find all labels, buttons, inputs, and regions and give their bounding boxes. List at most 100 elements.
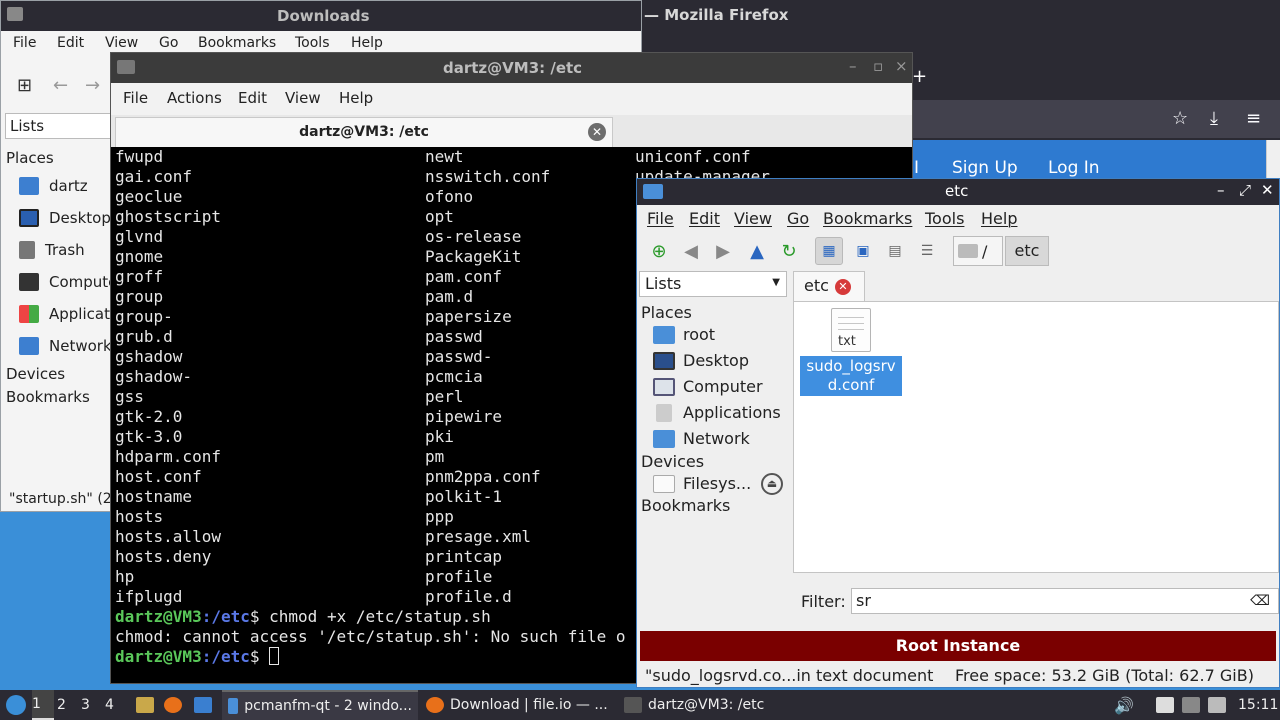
fm-menu-go[interactable]: Go <box>787 209 809 228</box>
fm-minimize-button[interactable]: – <box>1217 181 1225 199</box>
downloads-place-desktop[interactable]: Desktop <box>19 209 111 227</box>
downloads-menu-tools[interactable]: Tools <box>295 35 330 51</box>
back-arrow-icon[interactable]: ← <box>53 75 68 96</box>
fm-menu-help[interactable]: Help <box>981 209 1017 228</box>
thumbnail-view-icon[interactable]: ▣ <box>849 237 877 265</box>
path-button-root[interactable]: / <box>953 236 1003 266</box>
terminal-menu-help[interactable]: Help <box>339 89 373 107</box>
fm-close-button[interactable]: ✕ <box>1261 181 1274 199</box>
terminal-menu-edit[interactable]: Edit <box>238 89 267 107</box>
terminal-tab[interactable]: dartz@VM3: /etc ✕ <box>115 117 613 147</box>
back-arrow-icon[interactable]: ◀ <box>677 237 705 265</box>
desktop-switch-3[interactable]: 3 <box>81 690 103 720</box>
downloads-menu-view[interactable]: View <box>105 35 138 51</box>
downloads-place-applications[interactable]: Applicatio <box>19 305 123 323</box>
reload-icon[interactable]: ↻ <box>775 237 803 265</box>
listing-entry: hosts.allow <box>115 527 221 546</box>
fm-place-network[interactable]: Network <box>653 429 750 448</box>
terminal-menu-view[interactable]: View <box>285 89 321 107</box>
fm-menu-view[interactable]: View <box>734 209 772 228</box>
file-item-sudo-logsrvd[interactable]: txt sudo_logsrvd.conf <box>800 308 902 396</box>
task-pcmanfm[interactable]: pcmanfm-qt - 2 windo... <box>222 690 418 720</box>
terminal-maximize-button[interactable]: ▫ <box>873 57 883 75</box>
terminal-icon <box>117 60 135 74</box>
terminal-titlebar: dartz@VM3: /etc – ▫ × <box>111 53 912 83</box>
close-tab-icon[interactable]: ✕ <box>588 123 606 141</box>
downloads-menu-file[interactable]: File <box>13 35 36 51</box>
downloads-menu-edit[interactable]: Edit <box>57 35 84 51</box>
filter-input[interactable]: sr ⌫ <box>851 588 1279 614</box>
fm-file-view[interactable]: txt sudo_logsrvd.conf <box>793 301 1279 573</box>
new-tab-button[interactable]: + <box>912 66 927 87</box>
folder-icon <box>7 7 23 21</box>
fm-device-filesystem[interactable]: Filesys... <box>653 474 751 493</box>
task-firefox[interactable]: Download | file.io — ... <box>420 690 616 720</box>
downloads-menu-bookmarks[interactable]: Bookmarks <box>198 35 276 51</box>
downloads-menu-go[interactable]: Go <box>159 35 178 51</box>
forward-arrow-icon[interactable]: ▶ <box>709 237 737 265</box>
firefox-scrollbar[interactable] <box>1266 140 1280 180</box>
web-link-partial[interactable]: I <box>914 158 919 178</box>
terminal-minimize-button[interactable]: – <box>849 57 857 75</box>
up-arrow-icon[interactable]: ▲ <box>743 237 771 265</box>
bookmark-star-icon[interactable]: ☆ <box>1172 108 1188 129</box>
fm-menu-file[interactable]: File <box>647 209 674 228</box>
quicklaunch-desktop[interactable] <box>194 690 212 720</box>
log-in-link[interactable]: Log In <box>1048 158 1100 178</box>
fm-tab-etc[interactable]: etc ✕ <box>793 271 865 301</box>
start-menu-button[interactable] <box>6 690 26 720</box>
new-tab-icon[interactable]: ⊕ <box>645 237 673 265</box>
task-terminal[interactable]: dartz@VM3: /etc <box>618 690 788 720</box>
icon-view-icon[interactable]: ▦ <box>815 237 843 265</box>
fm-place-root[interactable]: root <box>653 325 715 344</box>
fm-place-applications[interactable]: Applications <box>653 403 781 422</box>
quicklaunch-firefox[interactable] <box>164 690 182 720</box>
forward-arrow-icon[interactable]: → <box>85 75 100 96</box>
desktop-switch-2[interactable]: 2 <box>57 690 79 720</box>
detailed-view-icon[interactable]: ☰ <box>913 237 941 265</box>
clear-filter-icon[interactable]: ⌫ <box>1250 593 1270 609</box>
fm-titlebar: etc – ⤢ ✕ <box>637 179 1279 205</box>
terminal-menu-actions[interactable]: Actions <box>167 89 222 107</box>
drive-icon <box>653 474 675 493</box>
fm-menu-edit[interactable]: Edit <box>689 209 720 228</box>
desktop-switch-4[interactable]: 4 <box>105 690 127 720</box>
computer-icon <box>19 273 39 291</box>
close-tab-icon[interactable]: ✕ <box>834 279 851 295</box>
downloads-menu-help[interactable]: Help <box>351 35 383 51</box>
path-button-etc[interactable]: etc <box>1005 236 1049 266</box>
downloads-place-computer[interactable]: Compute <box>19 273 117 291</box>
downloads-side-pane-selector[interactable]: Lists <box>5 113 113 139</box>
fm-maximize-button[interactable]: ⤢ <box>1239 181 1251 199</box>
clock[interactable]: 15:11 <box>1238 690 1278 720</box>
terminal-close-button[interactable]: × <box>895 57 908 75</box>
listing-entry: groff <box>115 267 164 286</box>
fm-side-pane-selector[interactable]: Lists ▼ <box>639 271 787 297</box>
tray-clipboard[interactable] <box>1156 690 1174 720</box>
fm-menu-bookmarks[interactable]: Bookmarks <box>823 209 912 228</box>
tray-network[interactable] <box>1208 690 1226 720</box>
eject-icon[interactable]: ⏏ <box>761 473 783 495</box>
downloads-icon[interactable]: ⤓ <box>1210 108 1218 129</box>
new-tab-icon[interactable]: ⊞ <box>17 75 32 96</box>
downloads-place-network[interactable]: Network <box>19 337 112 355</box>
applications-icon <box>19 305 39 323</box>
current-prompt[interactable]: dartz@VM3:/etc$ <box>115 647 280 667</box>
fm-place-desktop[interactable]: Desktop <box>653 351 749 370</box>
terminal-menu-file[interactable]: File <box>123 89 148 107</box>
downloads-place-trash[interactable]: Trash <box>19 241 85 259</box>
sign-up-link[interactable]: Sign Up <box>952 158 1018 178</box>
fm-place-computer[interactable]: Computer <box>653 377 763 396</box>
drive-icon <box>958 244 978 258</box>
compact-view-icon[interactable]: ▤ <box>881 237 909 265</box>
fm-menu-tools[interactable]: Tools <box>925 209 964 228</box>
desktop-switch-1[interactable]: 1 <box>32 690 54 720</box>
menu-icon[interactable]: ≡ <box>1246 108 1261 129</box>
firefox-url-bar[interactable] <box>912 100 1280 138</box>
listing-entry: papersize <box>425 307 512 326</box>
tray-display[interactable] <box>1182 690 1200 720</box>
fm-places-header: Places <box>641 303 692 322</box>
downloads-place-dartz[interactable]: dartz <box>19 177 88 195</box>
volume-icon[interactable]: 🔊 <box>1114 690 1134 720</box>
quicklaunch-files[interactable] <box>136 690 154 720</box>
